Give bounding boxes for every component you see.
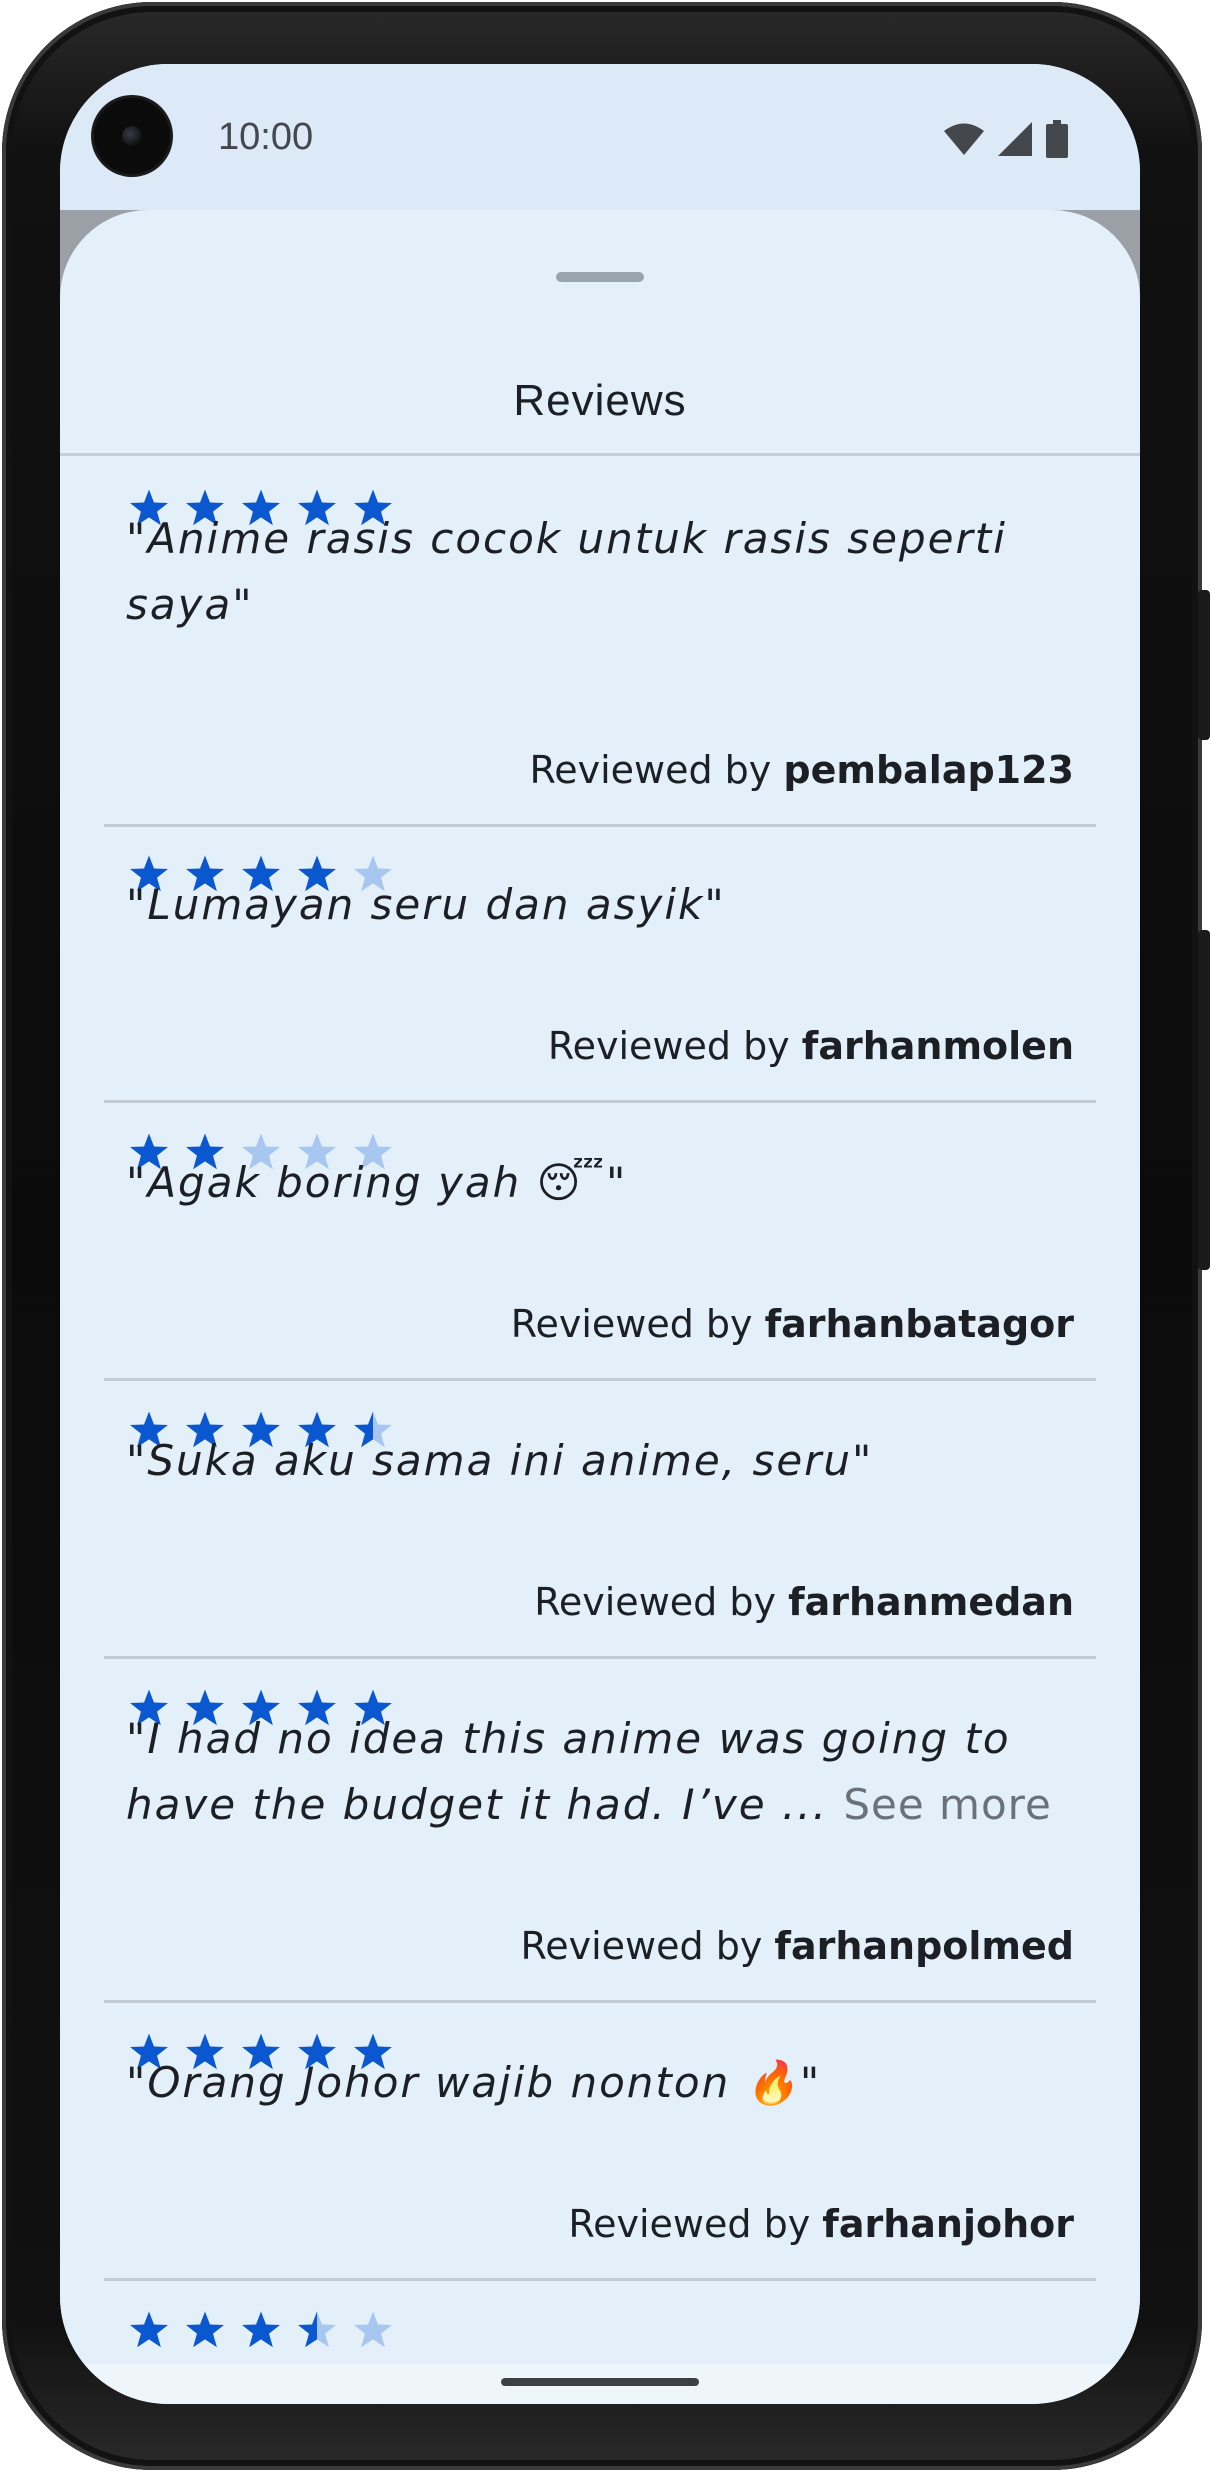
review-text: "Agak boring yah 😴"	[126, 1158, 628, 1207]
reviewer-username: farhanmedan	[788, 1580, 1074, 1624]
status-time: 10:00	[218, 116, 314, 158]
star-filled-icon	[130, 2311, 168, 2348]
reviewer-line: Reviewed by farhanmedan	[534, 1580, 1074, 1624]
home-gesture-pill[interactable]	[501, 2378, 699, 2386]
reviewer-line: Reviewed by farhanbatagor	[511, 1302, 1074, 1346]
review-text: "I had no idea this anime was going to h…	[126, 1706, 1076, 1838]
review-item: "Lumayan seru dan asyik" Reviewed by far…	[104, 824, 1096, 1104]
review-text: "Lumayan seru dan asyik"	[126, 880, 726, 929]
star-filled-icon	[186, 2311, 224, 2348]
volume-button	[1198, 930, 1210, 1270]
screen: 10:00 Reviews "Anime rasis cocok untuk r…	[60, 64, 1140, 2404]
reviewed-by-label: Reviewed by	[520, 1924, 763, 1968]
reviewer-line: Reviewed by farhanpolmed	[521, 1924, 1074, 1968]
reviewer-username: pembalap123	[783, 748, 1074, 792]
review-item: "Orang Johor wajib nonton 🔥" Reviewed by…	[104, 2002, 1096, 2282]
star-half-icon	[298, 2311, 336, 2348]
review-item: "Anime rasis cocok untuk rasis seperti s…	[104, 456, 1096, 828]
see-more-link[interactable]: See more	[843, 1780, 1051, 1829]
status-icons	[944, 120, 1068, 158]
battery-icon	[1046, 120, 1068, 158]
review-item	[104, 2280, 1096, 2364]
front-camera	[94, 98, 170, 174]
gesture-nav-bar	[60, 2364, 1140, 2404]
reviewer-username: farhanpolmed	[774, 1924, 1074, 1968]
phone-device: 10:00 Reviews "Anime rasis cocok untuk r…	[0, 0, 1211, 2474]
signal-icon	[998, 122, 1032, 156]
reviewed-by-label: Reviewed by	[529, 748, 772, 792]
drag-handle[interactable]	[556, 272, 644, 282]
reviewed-by-label: Reviewed by	[510, 1302, 753, 1346]
reviewed-by-label: Reviewed by	[547, 1024, 790, 1068]
reviewer-line: Reviewed by farhanmolen	[548, 1024, 1074, 1068]
review-item: "Suka aku sama ini anime, seru" Reviewed…	[104, 1380, 1096, 1660]
power-button	[1198, 590, 1210, 740]
star-filled-icon	[242, 2311, 280, 2348]
sheet-title: Reviews	[513, 376, 687, 425]
review-text: "Suka aku sama ini anime, seru"	[126, 1436, 874, 1485]
reviewed-by-label: Reviewed by	[568, 2202, 811, 2246]
review-item: "Agak boring yah 😴" Reviewed by farhanba…	[104, 1102, 1096, 1382]
star-rating	[126, 2308, 396, 2354]
status-bar: 10:00	[60, 64, 1140, 210]
reviewed-by-label: Reviewed by	[534, 1580, 776, 1624]
reviewer-username: farhanmolen	[801, 1024, 1074, 1068]
review-text: "Anime rasis cocok untuk rasis seperti s…	[126, 514, 1007, 629]
reviews-bottom-sheet[interactable]: Reviews "Anime rasis cocok untuk rasis s…	[60, 210, 1140, 2364]
review-item: "I had no idea this anime was going to h…	[104, 1658, 1096, 2004]
star-empty-icon	[354, 2311, 392, 2348]
reviewer-username: farhanbatagor	[764, 1302, 1074, 1346]
reviewer-line: Reviewed by pembalap123	[530, 748, 1074, 792]
reviewer-username: farhanjohor	[822, 2202, 1074, 2246]
reviewer-line: Reviewed by farhanjohor	[568, 2202, 1074, 2246]
ellipsis: ...	[781, 1780, 828, 1829]
review-text: "Orang Johor wajib nonton 🔥"	[126, 2058, 822, 2107]
wifi-icon	[944, 123, 984, 155]
